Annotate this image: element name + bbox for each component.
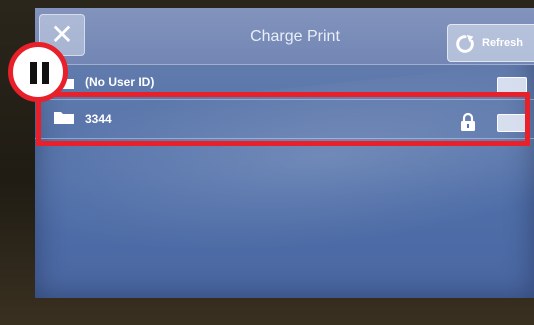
page-title: Charge Print bbox=[250, 28, 340, 45]
pause-icon-bar bbox=[42, 62, 49, 84]
pause-icon bbox=[30, 62, 37, 84]
title-bar: ✕ Charge Print Refresh bbox=[35, 8, 534, 65]
refresh-button[interactable]: Refresh bbox=[447, 24, 534, 62]
pause-badge bbox=[8, 42, 68, 102]
highlight-box bbox=[36, 92, 530, 146]
list-item-label: (No User ID) bbox=[85, 75, 155, 89]
close-icon: ✕ bbox=[50, 19, 74, 50]
refresh-icon bbox=[456, 34, 474, 53]
refresh-label: Refresh bbox=[482, 37, 523, 49]
touch-screen: ✕ Charge Print Refresh (No User ID) 3344 bbox=[35, 8, 534, 298]
